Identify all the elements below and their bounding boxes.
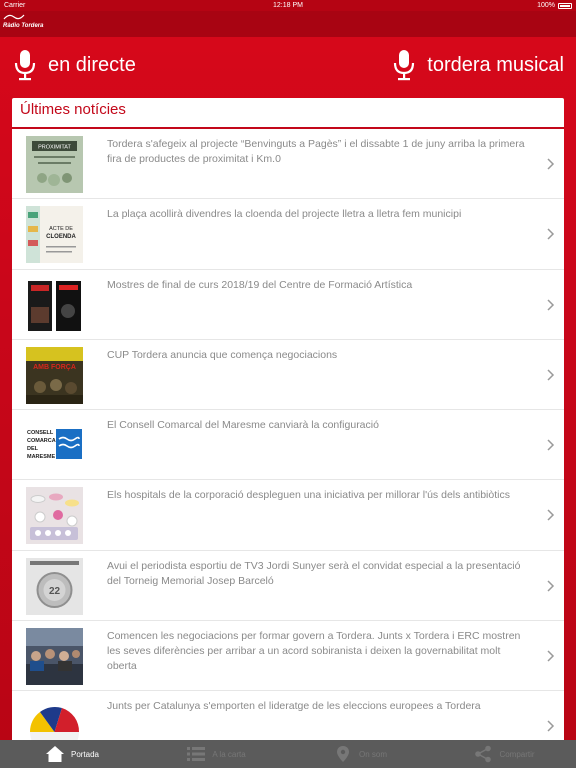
news-title: Comencen les negociacions per formar gov…: [107, 630, 521, 673]
news-thumbnail: [26, 487, 83, 545]
live-stream-label: en directe: [48, 53, 136, 76]
news-thumbnail: ACTE DE CLOENDA: [26, 206, 83, 264]
art-posters-image: [26, 276, 83, 334]
tab-label: Portada: [70, 749, 100, 759]
logo-text: MARESME: [27, 454, 55, 460]
latest-news-panel: Últimes notícies PROXIMITAT Tordera s'af…: [12, 98, 564, 768]
radio-tordera-logo: Ràdio Tordera: [3, 13, 43, 29]
pills-photo-image: [26, 487, 83, 545]
map-pin-icon: [336, 746, 349, 762]
news-thumbnail: [26, 276, 83, 334]
logo-text: Ràdio Tordera: [3, 23, 44, 29]
battery-percent: 100%: [537, 2, 555, 9]
poster-text: ACTE DE: [49, 226, 73, 232]
logo-text: COMARCAL: [27, 438, 60, 444]
chevron-right-icon: [547, 720, 555, 732]
bottom-tab-bar: Portada A la carta On som Compartir: [0, 740, 576, 768]
council-meeting-photo-image: [26, 628, 83, 686]
list-icon: [187, 747, 206, 761]
news-item[interactable]: PROXIMITAT Tordera s'afegeix al projecte…: [12, 129, 564, 200]
tab-on-som[interactable]: On som: [288, 740, 432, 768]
news-item[interactable]: AMB FORÇA CUP Tordera anuncia que començ…: [12, 340, 564, 411]
poster-text: 22: [49, 586, 61, 597]
news-title: Els hospitals de la corporació desplegue…: [107, 489, 510, 502]
chevron-right-icon: [547, 509, 555, 522]
news-item[interactable]: Els hospitals de la corporació desplegue…: [12, 480, 564, 551]
news-item[interactable]: 22 Avui el periodista esportiu de TV3 Jo…: [12, 551, 564, 622]
logo-text: DEL: [27, 446, 39, 452]
music-stream-button[interactable]: tordera musical: [393, 49, 564, 81]
news-title: Mostres de final de curs 2018/19 del Cen…: [107, 278, 413, 291]
battery-indicator: 100%: [537, 0, 572, 11]
battery-icon: [558, 2, 572, 9]
news-title: Avui el periodista esportiu de TV3 Jordi…: [107, 559, 521, 587]
tab-label: On som: [358, 749, 387, 759]
news-thumbnail: 22: [26, 557, 83, 615]
consell-comarcal-logo-image: CONSELL COMARCAL DEL MARESME: [26, 417, 83, 475]
logo-text: CONSELL: [27, 430, 54, 436]
poster-text: AMB FORÇA: [33, 364, 76, 371]
chevron-right-icon: [547, 369, 555, 381]
poster-text: PROXIMITAT: [38, 145, 71, 151]
trophy-poster-image: 22: [26, 557, 83, 615]
proximitat-poster-image: PROXIMITAT: [26, 136, 83, 193]
news-section-title: Últimes notícies: [12, 98, 564, 129]
status-bar: Carrier 12:18 PM 100%: [0, 0, 576, 11]
news-thumbnail: [26, 628, 83, 686]
clock: 12:18 PM: [273, 2, 303, 9]
poster-text: CLOENDA: [46, 234, 76, 240]
logo-wave-icon: [3, 14, 25, 20]
news-title: El Consell Comarcal del Maresme canviarà…: [107, 419, 379, 432]
news-item[interactable]: Comencen les negociacions per formar gov…: [12, 621, 564, 692]
chevron-right-icon: [547, 439, 555, 451]
home-icon: [45, 746, 64, 762]
chevron-right-icon: [547, 650, 555, 662]
news-thumbnail: CONSELL COMARCAL DEL MARESME: [26, 417, 83, 475]
music-stream-label: tordera musical: [427, 53, 564, 76]
microphone-icon: [14, 50, 36, 81]
chevron-right-icon: [547, 580, 555, 592]
tab-portada[interactable]: Portada: [0, 740, 144, 768]
news-item[interactable]: Mostres de final de curs 2018/19 del Cen…: [12, 270, 564, 340]
chevron-right-icon: [547, 228, 555, 240]
chevron-right-icon: [547, 299, 555, 311]
news-title: CUP Tordera anuncia que comença negociac…: [107, 348, 338, 361]
share-icon: [475, 745, 492, 763]
tab-compartir[interactable]: Compartir: [432, 740, 576, 768]
microphone-icon: [394, 50, 415, 81]
news-title: Junts per Catalunya s'emporten el lidera…: [107, 700, 481, 713]
news-thumbnail: PROXIMITAT: [26, 136, 83, 193]
acte-de-cloenda-poster-image: ACTE DE CLOENDA: [26, 206, 83, 264]
news-title: La plaça acollirà divendres la cloenda d…: [107, 208, 462, 221]
news-thumbnail: AMB FORÇA: [26, 346, 83, 404]
tab-label: Compartir: [499, 749, 535, 759]
live-stream-button[interactable]: en directe: [14, 49, 136, 81]
news-list: PROXIMITAT Tordera s'afegeix al projecte…: [12, 129, 564, 762]
news-title: Tordera s'afegeix al projecte “Benvingut…: [107, 138, 525, 165]
tab-label: A la carta: [212, 749, 246, 759]
radio-stream-bar: en directe tordera musical: [0, 37, 576, 99]
chevron-right-icon: [547, 158, 555, 170]
tab-a-la-carta[interactable]: A la carta: [144, 740, 288, 768]
app-header: Ràdio Tordera: [0, 11, 576, 37]
news-item[interactable]: CONSELL COMARCAL DEL MARESME El Consell …: [12, 410, 564, 481]
amb-forca-banner-image: AMB FORÇA: [26, 346, 83, 404]
news-item[interactable]: ACTE DE CLOENDA La plaça acollirà divend…: [12, 199, 564, 270]
